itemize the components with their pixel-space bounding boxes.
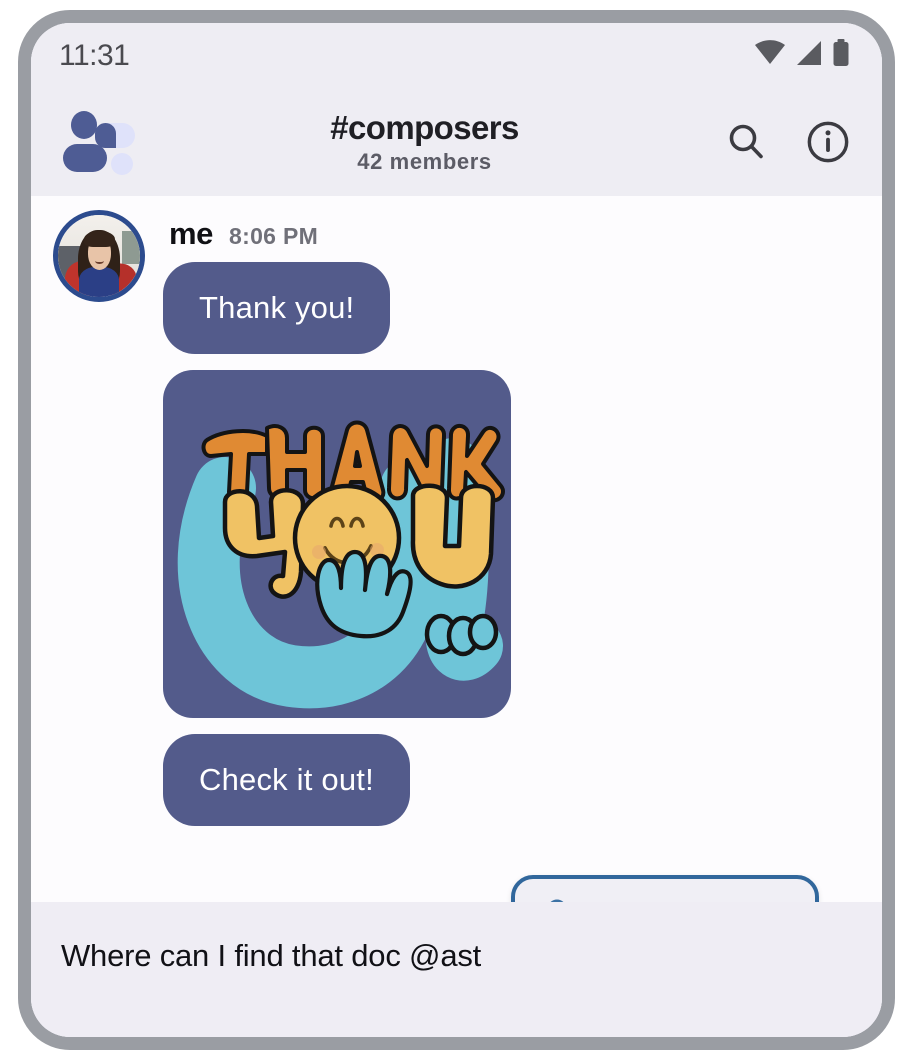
mention-autocomplete-popup[interactable]: astamatok astonv2022 bbox=[511, 875, 819, 902]
phone-frame: 11:31 #composers 42 members me 8:06 PM T… bbox=[18, 10, 895, 1050]
message-timestamp: 8:06 PM bbox=[229, 223, 319, 249]
avatar-shirt bbox=[79, 267, 119, 297]
message-bubble-text[interactable]: Check it out! bbox=[163, 734, 410, 826]
messages-area[interactable]: me 8:06 PM Thank you! Check it out! bbox=[31, 196, 882, 902]
header-titles: #composers 42 members bbox=[125, 109, 724, 176]
battery-icon bbox=[832, 39, 850, 72]
message-composer[interactable]: Where can I find that doc @ast bbox=[31, 902, 882, 1037]
message-bubble-text[interactable]: Thank you! bbox=[163, 262, 391, 354]
logo-shape-dot-dark bbox=[71, 111, 97, 139]
search-icon[interactable] bbox=[724, 120, 768, 164]
status-clock: 11:31 bbox=[59, 38, 130, 72]
avatar-hair-top bbox=[84, 230, 115, 247]
header-actions bbox=[724, 120, 856, 164]
chat-header: #composers 42 members bbox=[31, 88, 882, 196]
sender-name: me bbox=[169, 216, 214, 251]
mention-match-prefix: ast bbox=[597, 901, 640, 903]
message-group: me 8:06 PM Thank you! Check it out! bbox=[31, 196, 882, 826]
wifi-icon bbox=[754, 40, 786, 71]
thank-you-sticker-icon bbox=[177, 420, 505, 709]
logo-shape-rect-dark bbox=[63, 144, 107, 172]
info-icon[interactable] bbox=[806, 120, 850, 164]
avatar-smile bbox=[94, 258, 104, 264]
app-logo-icon[interactable] bbox=[63, 111, 135, 175]
logo-shape-dot-light bbox=[111, 153, 133, 175]
channel-title: #composers bbox=[330, 108, 519, 146]
person-icon bbox=[537, 897, 577, 902]
member-count: 42 members bbox=[357, 149, 492, 175]
status-bar: 11:31 bbox=[31, 23, 882, 88]
message-input[interactable]: Where can I find that doc @ast bbox=[61, 938, 882, 974]
phone-screen: 11:31 #composers 42 members me 8:06 PM T… bbox=[31, 23, 882, 1037]
cellular-signal-icon bbox=[795, 40, 823, 71]
message-body: me 8:06 PM Thank you! Check it out! bbox=[163, 210, 882, 826]
mention-suggestion-label: astamatok bbox=[597, 901, 736, 903]
message-bubble-image[interactable] bbox=[163, 370, 511, 718]
mention-suggestion-item[interactable]: astamatok bbox=[515, 891, 815, 902]
status-icons-group bbox=[754, 39, 850, 72]
message-meta: me 8:06 PM bbox=[163, 210, 882, 262]
sender-avatar[interactable] bbox=[53, 210, 145, 302]
mention-rest: amatok bbox=[639, 901, 736, 903]
avatar-photo-detail-right bbox=[121, 231, 140, 265]
